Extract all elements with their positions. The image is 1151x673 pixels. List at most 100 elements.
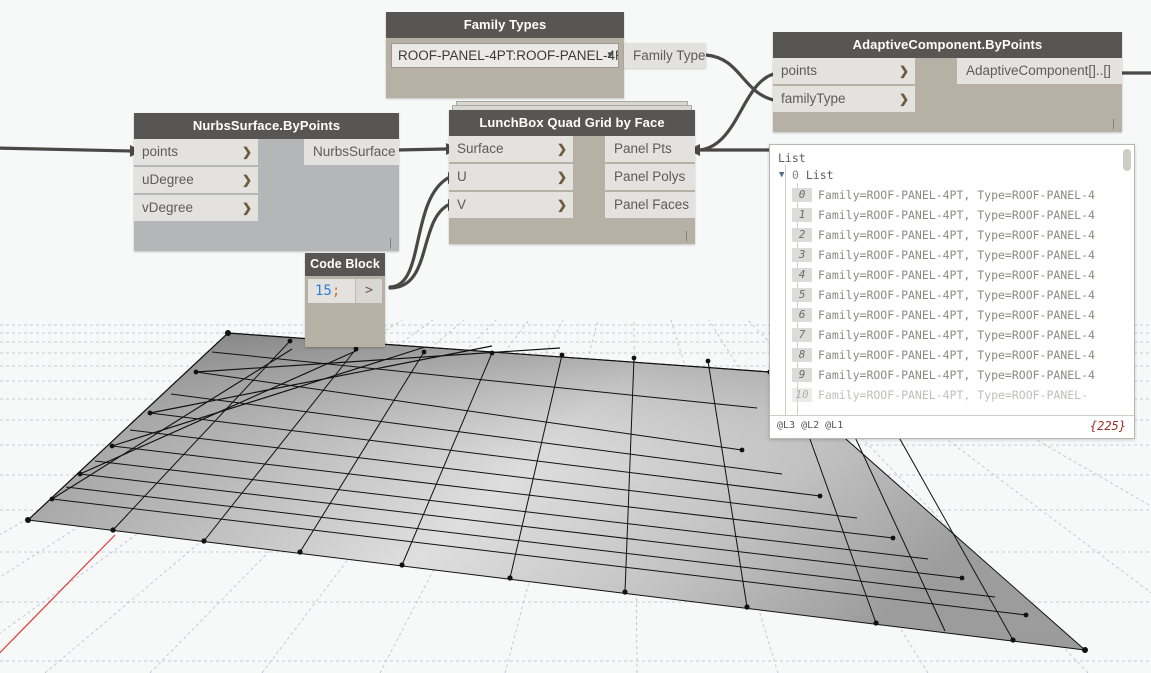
list-item[interactable]: 7 Family=ROOF-PANEL-4PT, Type=ROOF-PANEL…: [770, 325, 1134, 345]
node-body: points ❯ familyType ❯ AdaptiveComponent[…: [773, 58, 1122, 132]
port-out-panel-polys[interactable]: Panel Polys: [605, 164, 695, 190]
chevron-right-icon: ❯: [557, 164, 567, 190]
list-item[interactable]: 6 Family=ROOF-PANEL-4PT, Type=ROOF-PANEL…: [770, 305, 1134, 325]
node-title: AdaptiveComponent.ByPoints: [773, 32, 1122, 58]
chevron-right-icon: ❯: [242, 195, 252, 221]
node-title: Family Types: [386, 12, 624, 38]
list-item[interactable]: 9 Family=ROOF-PANEL-4PT, Type=ROOF-PANEL…: [770, 365, 1134, 385]
list-item-text: Family=ROOF-PANEL-4PT, Type=ROOF-PANEL-4: [818, 328, 1095, 342]
input-ports: Surface ❯ U ❯ V ❯: [449, 136, 573, 220]
node-code-block[interactable]: Code Block 15; >: [305, 253, 385, 347]
chevron-right-icon: ❯: [242, 139, 252, 165]
list-item-index: 9: [792, 368, 812, 382]
node-ports: Surface ❯ U ❯ V ❯ Panel Pts Panel Poly: [449, 136, 695, 220]
port-out-panel-faces[interactable]: Panel Faces: [605, 192, 695, 218]
list-item-index: 4: [792, 268, 812, 282]
node-body-filler: [391, 68, 619, 98]
node-footer: |: [449, 220, 695, 244]
list-item-index: 2: [792, 228, 812, 242]
input-ports: points ❯ familyType ❯: [773, 58, 915, 114]
port-in-points[interactable]: points ❯: [773, 58, 915, 84]
port-in-v[interactable]: V ❯: [449, 192, 573, 218]
list-item-text: Family=ROOF-PANEL-4PT, Type=ROOF-PANEL-4: [818, 308, 1095, 322]
port-out-family-type[interactable]: Family Type: [624, 43, 706, 68]
output-ports: NurbsSurface: [304, 139, 399, 167]
code-value: 15: [315, 283, 332, 299]
node-ports: points ❯ uDegree ❯ vDegree ❯ NurbsSurfac…: [134, 139, 399, 223]
list-item-index: 7: [792, 328, 812, 342]
node-tick: |: [1112, 119, 1115, 130]
chevron-down-icon: ▾: [607, 44, 613, 67]
list-item[interactable]: 8 Family=ROOF-PANEL-4PT, Type=ROOF-PANEL…: [770, 345, 1134, 365]
list-item[interactable]: 2 Family=ROOF-PANEL-4PT, Type=ROOF-PANEL…: [770, 225, 1134, 245]
list-item-text: Family=ROOF-PANEL-4PT, Type=ROOF-PANEL-4: [818, 268, 1095, 282]
node-adaptivecomponent-bypoints[interactable]: AdaptiveComponent.ByPoints points ❯ fami…: [773, 32, 1122, 132]
node-footer: |: [134, 223, 399, 251]
preview-sublist-row[interactable]: ▼ 0 List: [770, 166, 1134, 185]
list-item[interactable]: 4 Family=ROOF-PANEL-4PT, Type=ROOF-PANEL…: [770, 265, 1134, 285]
port-in-surface[interactable]: Surface ❯: [449, 136, 573, 162]
port-in-familytype[interactable]: familyType ❯: [773, 86, 915, 112]
output-ports: AdaptiveComponent[]..[]: [957, 58, 1122, 86]
dropdown-value: ROOF-PANEL-4PT:ROOF-PANEL-4PT: [398, 48, 619, 63]
vertical-scrollbar-thumb[interactable]: [1123, 149, 1131, 171]
list-item-index: 6: [792, 308, 812, 322]
family-type-dropdown[interactable]: ROOF-PANEL-4PT:ROOF-PANEL-4PT ▾: [391, 43, 619, 68]
list-item-index: 10: [792, 388, 812, 402]
node-nurbssurface-bypoints[interactable]: NurbsSurface.ByPoints points ❯ uDegree ❯…: [134, 113, 399, 251]
port-in-u[interactable]: U ❯: [449, 164, 573, 190]
node-body: Surface ❯ U ❯ V ❯ Panel Pts Panel Poly: [449, 136, 695, 244]
node-family-types[interactable]: Family Types ROOF-PANEL-4PT:ROOF-PANEL-4…: [386, 12, 624, 98]
list-item-text: Family=ROOF-PANEL-4PT, Type=ROOF-PANEL-4: [818, 368, 1095, 382]
node-body: 15; >: [305, 276, 385, 347]
port-in-udegree[interactable]: uDegree ❯: [134, 167, 258, 193]
chevron-right-icon: ❯: [557, 136, 567, 162]
port-out-panel-pts[interactable]: Panel Pts: [605, 136, 695, 162]
node-lunchbox-quad-grid-by-face[interactable]: LunchBox Quad Grid by Face Surface ❯ U ❯…: [449, 110, 695, 244]
output-ports: Panel Pts Panel Polys Panel Faces: [605, 136, 695, 220]
sublist-label: List: [806, 168, 834, 182]
triangle-down-icon[interactable]: ▼: [779, 166, 784, 185]
node-body: points ❯ uDegree ❯ vDegree ❯ NurbsSurfac…: [134, 139, 399, 251]
chevron-right-icon: ❯: [557, 192, 567, 218]
lacing-label: @L3 @L2 @L1: [777, 420, 843, 431]
node-title: Code Block: [305, 253, 385, 276]
port-out-adaptivecomponent[interactable]: AdaptiveComponent[]..[]: [957, 58, 1122, 84]
input-ports: points ❯ uDegree ❯ vDegree ❯: [134, 139, 258, 223]
node-footer: |: [773, 114, 1122, 132]
preview-footer: @L3 @L2 @L1 {225}: [770, 415, 1134, 438]
list-preview-panel[interactable]: List ▼ 0 List 0 Family=ROOF-PANEL-4PT, Ty…: [769, 144, 1135, 439]
list-item-index: 0: [792, 188, 812, 202]
sublist-index: 0: [792, 168, 799, 182]
dynamo-workspace[interactable]: Family Types ROOF-PANEL-4PT:ROOF-PANEL-4…: [0, 0, 1151, 673]
chevron-right-icon: ❯: [242, 167, 252, 193]
code-terminator: ;: [332, 283, 340, 299]
chevron-right-icon: ❯: [899, 58, 909, 84]
port-in-vdegree[interactable]: vDegree ❯: [134, 195, 258, 221]
node-title: NurbsSurface.ByPoints: [134, 113, 399, 139]
preview-scroll-area[interactable]: List ▼ 0 List 0 Family=ROOF-PANEL-4PT, Ty…: [770, 145, 1134, 415]
list-item-text: Family=ROOF-PANEL-4PT, Type=ROOF-PANEL-: [818, 388, 1088, 402]
port-out-nurbssurface[interactable]: NurbsSurface: [304, 139, 399, 165]
node-title: LunchBox Quad Grid by Face: [449, 110, 695, 136]
list-item-index: 5: [792, 288, 812, 302]
list-item-text: Family=ROOF-PANEL-4PT, Type=ROOF-PANEL-4: [818, 348, 1095, 362]
preview-root-label: List: [770, 145, 1134, 166]
list-item[interactable]: 3 Family=ROOF-PANEL-4PT, Type=ROOF-PANEL…: [770, 245, 1134, 265]
list-item-text: Family=ROOF-PANEL-4PT, Type=ROOF-PANEL-4: [818, 228, 1095, 242]
node-tick: |: [685, 231, 688, 242]
node-body: ROOF-PANEL-4PT:ROOF-PANEL-4PT ▾: [386, 38, 624, 98]
list-item[interactable]: 1 Family=ROOF-PANEL-4PT, Type=ROOF-PANEL…: [770, 205, 1134, 225]
port-out-codeblock[interactable]: >: [355, 279, 382, 303]
item-count-badge: {225}: [1090, 419, 1126, 433]
list-item[interactable]: 10 Family=ROOF-PANEL-4PT, Type=ROOF-PANE…: [770, 385, 1134, 405]
code-block-editor[interactable]: 15; >: [308, 279, 382, 303]
list-item-text: Family=ROOF-PANEL-4PT, Type=ROOF-PANEL-4: [818, 208, 1095, 222]
list-item-index: 3: [792, 248, 812, 262]
list-item[interactable]: 0 Family=ROOF-PANEL-4PT, Type=ROOF-PANEL…: [770, 185, 1134, 205]
list-item[interactable]: 5 Family=ROOF-PANEL-4PT, Type=ROOF-PANEL…: [770, 285, 1134, 305]
list-item-text: Family=ROOF-PANEL-4PT, Type=ROOF-PANEL-4: [818, 188, 1095, 202]
list-item-index: 8: [792, 348, 812, 362]
port-in-points[interactable]: points ❯: [134, 139, 258, 165]
list-item-text: Family=ROOF-PANEL-4PT, Type=ROOF-PANEL-4: [818, 288, 1095, 302]
